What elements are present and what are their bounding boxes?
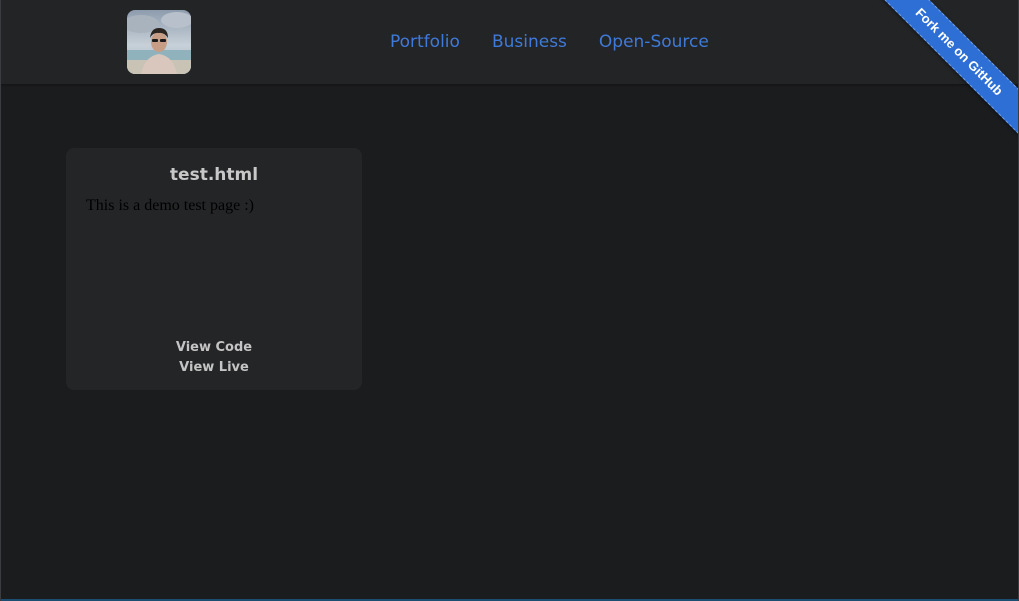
github-ribbon-container: Fork me on GitHub <box>878 0 1018 140</box>
avatar-photo-icon <box>127 10 191 74</box>
fork-on-github-ribbon[interactable]: Fork me on GitHub <box>878 0 1018 138</box>
page: Portfolio Business Open-Source Fork me o… <box>0 0 1019 601</box>
card-links: View Code View Live <box>66 338 362 378</box>
view-live-link[interactable]: View Live <box>66 358 362 378</box>
avatar[interactable] <box>127 10 191 74</box>
nav-link-open-source[interactable]: Open-Source <box>599 30 709 54</box>
nav-link-portfolio[interactable]: Portfolio <box>390 30 460 54</box>
nav-link-business[interactable]: Business <box>492 30 567 54</box>
view-code-link[interactable]: View Code <box>66 338 362 358</box>
card-title: test.html <box>169 165 259 185</box>
project-card: test.html This is a demo test page :) Vi… <box>66 148 362 390</box>
card-preview-frame: This is a demo test page :) <box>86 197 254 214</box>
main-nav: Portfolio Business Open-Source <box>390 30 741 54</box>
top-navbar: Portfolio Business Open-Source <box>1 0 1018 84</box>
